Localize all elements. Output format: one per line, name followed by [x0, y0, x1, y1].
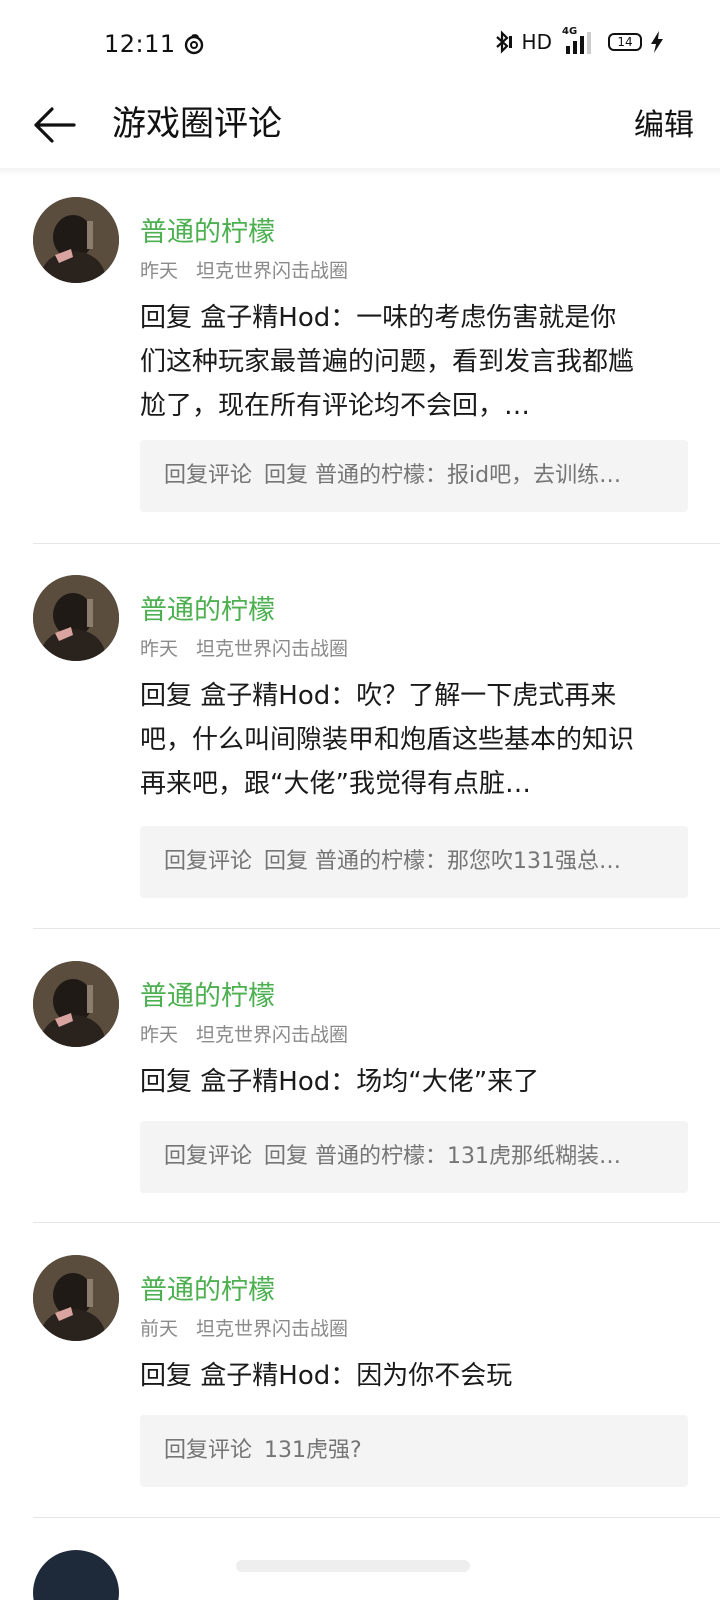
hd-label: HD — [521, 30, 552, 54]
page-title: 游戏圈评论 — [112, 104, 282, 144]
comment-divider — [33, 1517, 720, 1518]
avatar-image — [33, 961, 119, 1047]
comment-username[interactable]: 普通的柠檬 — [140, 974, 275, 1013]
loading-placeholder — [236, 1560, 470, 1572]
comment-circle[interactable]: 坦克世界闪击战圈 — [196, 1318, 348, 1340]
comment-username[interactable]: 普通的柠檬 — [140, 210, 275, 249]
avatar[interactable] — [33, 1550, 119, 1600]
comment-divider — [33, 1222, 720, 1223]
avatar-image — [33, 197, 119, 283]
comment-time: 昨天 — [140, 638, 179, 660]
comment-circle[interactable]: 坦克世界闪击战圈 — [196, 638, 348, 660]
reply-quote-tag: 回复评论 — [164, 849, 253, 874]
reply-quote[interactable]: 回复评论 回复 普通的柠檬：131虎那纸糊装… — [140, 1121, 688, 1193]
comment-meta: 昨天 坦克世界闪击战圈 — [140, 256, 348, 283]
status-time: 12:11 — [104, 30, 176, 58]
comment-time: 昨天 — [140, 260, 179, 282]
signal-icon: 4G — [560, 26, 600, 54]
comment-time: 昨天 — [140, 1024, 179, 1046]
avatar[interactable] — [33, 197, 119, 283]
edit-button[interactable]: 编辑 — [634, 100, 694, 144]
avatar-image — [33, 1255, 119, 1341]
reply-quote-tag: 回复评论 — [164, 1438, 253, 1463]
reply-quote-text: 回复 普通的柠檬：131虎那纸糊装… — [264, 1144, 622, 1169]
reply-quote-text: 131虎强? — [264, 1438, 362, 1463]
comment-meta: 前天 坦克世界闪击战圈 — [140, 1314, 348, 1341]
comment-username[interactable]: 普通的柠檬 — [140, 1268, 275, 1307]
comment-meta: 昨天 坦克世界闪击战圈 — [140, 634, 348, 661]
header-divider — [0, 168, 720, 176]
reply-quote[interactable]: 回复评论 回复 普通的柠檬：报id吧，去训练… — [140, 440, 688, 512]
avatar[interactable] — [33, 1255, 119, 1341]
reply-quote[interactable]: 回复评论 回复 普通的柠檬：那您吹131强总… — [140, 826, 688, 898]
music-app-icon — [184, 34, 204, 55]
comment-text: 回复 盒子精Hod：因为你不会玩 — [140, 1361, 513, 1391]
reply-quote-tag: 回复评论 — [164, 1144, 253, 1169]
comment-text: 回复 盒子精Hod：一味的考虑伤害就是你们这种玩家最普遍的问题，看到发言我都尴尬… — [140, 303, 635, 421]
signal-4g-label: 4G — [562, 26, 578, 37]
comment-time: 前天 — [140, 1318, 179, 1340]
comment-text: 回复 盒子精Hod：场均“大佬”来了 — [140, 1067, 540, 1097]
header: 游戏圈评论 编辑 — [0, 90, 720, 170]
battery-icon: 14 — [608, 33, 642, 51]
comment-circle[interactable]: 坦克世界闪击战圈 — [196, 1024, 348, 1046]
comment-circle[interactable]: 坦克世界闪击战圈 — [196, 260, 348, 282]
back-arrow-icon[interactable] — [30, 100, 80, 150]
comment-text: 回复 盒子精Hod：吹？了解一下虎式再来吧，什么叫间隙装甲和炮盾这些基本的知识再… — [140, 681, 635, 799]
comment-username[interactable]: 普通的柠檬 — [140, 588, 275, 627]
comment-meta: 昨天 坦克世界闪击战圈 — [140, 1020, 348, 1047]
battery-level: 14 — [617, 35, 633, 49]
comment-divider — [33, 928, 720, 929]
status-bar: 12:11 HD 4G 14 — [0, 0, 720, 90]
status-icons: HD 4G 14 — [492, 26, 664, 54]
reply-quote-tag: 回复评论 — [164, 463, 253, 488]
reply-quote[interactable]: 回复评论 131虎强? — [140, 1415, 688, 1487]
reply-quote-text: 回复 普通的柠檬：那您吹131强总… — [264, 849, 622, 874]
avatar[interactable] — [33, 575, 119, 661]
reply-quote-text: 回复 普通的柠檬：报id吧，去训练… — [264, 463, 622, 488]
comment-divider — [33, 543, 720, 544]
charging-icon — [651, 31, 663, 53]
avatar[interactable] — [33, 961, 119, 1047]
avatar-image — [33, 575, 119, 661]
bluetooth-icon — [495, 30, 512, 54]
